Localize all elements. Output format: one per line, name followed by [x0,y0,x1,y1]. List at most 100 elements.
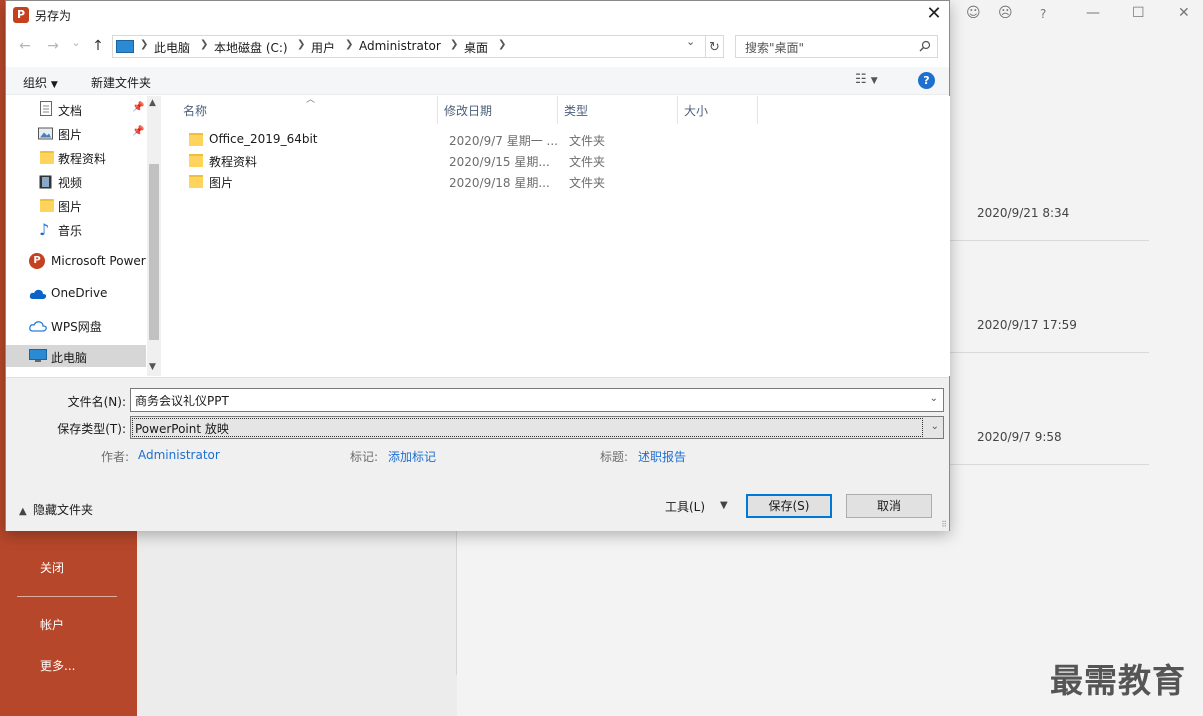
smile-icon[interactable]: ☺ [966,5,981,21]
nav-item-videos[interactable]: 视频 [6,170,146,192]
scroll-down-icon[interactable]: ▼ [149,362,156,372]
nav-item-label: WPS网盘 [51,320,102,334]
file-row[interactable]: Office_2019_64bit 2020/9/7 星期一 ... 文件夹 [181,130,941,150]
nav-item-this-pc[interactable]: 此电脑 [6,345,146,367]
pin-icon[interactable]: 📌 [132,102,144,113]
dialog-close-button[interactable]: ✕ [919,1,949,27]
resize-grip-icon[interactable]: ⠿ [941,520,947,529]
recent-date: 2020/9/7 9:58 [977,430,1062,444]
recent-locations-button[interactable]: ⌄ [67,34,85,52]
breadcrumb-this-pc[interactable]: 此电脑 [154,39,190,56]
column-header-name[interactable]: 名称 [183,102,207,119]
scrollbar-thumb[interactable] [149,164,159,340]
nav-item-music[interactable]: ♪ 音乐 [6,218,146,240]
breadcrumb-desktop[interactable]: 桌面 [464,39,488,56]
column-divider[interactable] [677,96,678,124]
nav-item-label: 视频 [58,176,83,190]
save-button[interactable]: 保存(S) [746,494,832,518]
column-header-type[interactable]: 类型 [564,102,588,119]
filename-input[interactable]: 商务会议礼仪PPT ⌄ [130,388,944,412]
command-toolbar: 组织 ▼ 新建文件夹 ☷ ▼ ? [6,67,949,95]
nav-item-tutorial[interactable]: 教程资料 [6,146,146,168]
file-row[interactable]: 教程资料 2020/9/15 星期... 文件夹 [181,151,941,171]
file-type: 文件夹 [569,155,606,169]
pictures-icon [38,127,53,140]
chevron-right-icon[interactable]: ❯ [498,39,506,50]
backstage-account-link[interactable]: 帐户 [40,616,64,633]
view-options-button[interactable]: ☷ ▼ [855,72,878,87]
file-row[interactable]: 图片 2020/9/18 星期... 文件夹 [181,172,941,192]
file-type: 文件夹 [569,176,606,190]
nav-item-powerpoint[interactable]: P Microsoft Power [6,250,146,272]
column-divider[interactable] [557,96,558,124]
column-header-date[interactable]: 修改日期 [444,102,492,119]
frown-icon[interactable]: ☹ [998,5,1013,21]
filename-label: 文件名(N): [67,395,126,409]
hide-folders-button[interactable]: ▲ 隐藏文件夹 [19,501,93,518]
dialog-titlebar[interactable]: P 另存为 ✕ [6,1,949,29]
nav-item-label: 音乐 [58,224,83,238]
tags-value[interactable]: 添加标记 [388,448,436,465]
backstage-more-link[interactable]: 更多... [40,657,75,674]
filename-value[interactable]: 商务会议礼仪PPT [135,394,229,408]
file-date: 2020/9/7 星期一 ... [449,134,558,148]
search-box[interactable]: 搜索"桌面" [735,35,938,58]
new-folder-button[interactable]: 新建文件夹 [91,74,151,91]
help-button[interactable]: ? [918,72,935,89]
filetype-select[interactable]: PowerPoint 放映 ⌄ [130,416,944,439]
tools-button[interactable]: 工具(L) [665,498,705,515]
chevron-right-icon[interactable]: ❯ [345,39,353,50]
nav-item-pictures-folder[interactable]: 图片 [6,194,146,216]
nav-item-documents[interactable]: 文档 📌 [6,98,146,120]
nav-item-wps-cloud[interactable]: WPS网盘 [6,314,146,336]
author-label: 作者: [101,450,130,464]
folder-icon [189,133,203,146]
chevron-right-icon[interactable]: ❯ [450,39,458,50]
column-divider[interactable] [437,96,438,124]
chevron-down-icon[interactable]: ⌄ [931,421,939,432]
minimize-icon[interactable]: — [1086,5,1100,21]
pin-icon[interactable]: 📌 [132,126,144,137]
hide-folders-label: 隐藏文件夹 [33,503,94,517]
help-icon[interactable]: ? [1040,7,1046,21]
wps-cloud-icon [29,321,47,332]
chevron-down-icon[interactable]: ⌄ [930,393,938,404]
address-dropdown-icon[interactable]: ⌄ [686,35,695,48]
tools-dropdown-icon[interactable]: ▼ [720,500,728,511]
focus-outline [132,418,923,437]
address-bar[interactable]: ❯ 此电脑 ❯ 本地磁盘 (C:) ❯ 用户 ❯ Administrator ❯… [112,35,706,58]
dialog-title: 另存为 [35,9,72,23]
author-value[interactable]: Administrator [138,448,220,462]
nav-item-label: 教程资料 [58,152,107,166]
app-close-icon[interactable]: ✕ [1178,5,1190,21]
organize-button[interactable]: 组织 ▼ [23,74,58,91]
organize-label: 组织 [23,76,48,90]
backstage-separator [17,596,117,597]
cancel-button[interactable]: 取消 [846,494,932,518]
details-view-icon: ☷ [855,72,867,87]
chevron-right-icon[interactable]: ❯ [200,39,208,50]
title-value[interactable]: 述职报告 [638,448,686,465]
nav-item-pictures[interactable]: 图片 📌 [6,122,146,144]
back-button[interactable]: ← [16,37,34,55]
breadcrumb-local-disk[interactable]: 本地磁盘 (C:) [214,39,288,56]
up-button[interactable]: ↑ [89,37,107,55]
refresh-button[interactable]: ↻ [706,35,724,58]
powerpoint-icon: P [29,253,45,269]
breadcrumb-administrator[interactable]: Administrator [359,39,441,53]
nav-pane-scrollbar[interactable]: ▲ ▼ [147,96,161,376]
search-placeholder[interactable]: 搜索"桌面" [745,39,804,56]
scroll-up-icon[interactable]: ▲ [149,98,156,108]
column-header-size[interactable]: 大小 [684,102,708,119]
breadcrumb-users[interactable]: 用户 [311,39,335,56]
nav-item-onedrive[interactable]: OneDrive [6,282,146,304]
backstage-close-link[interactable]: 关闭 [40,559,64,576]
forward-button[interactable]: → [44,37,62,55]
chevron-right-icon[interactable]: ❯ [297,39,305,50]
column-divider[interactable] [757,96,758,124]
nav-item-label: 图片 [58,200,83,214]
maximize-icon[interactable]: ☐ [1132,5,1145,21]
chevron-right-icon[interactable]: ❯ [140,39,148,50]
nav-item-label: 图片 [58,128,83,142]
file-name: 教程资料 [209,155,258,169]
